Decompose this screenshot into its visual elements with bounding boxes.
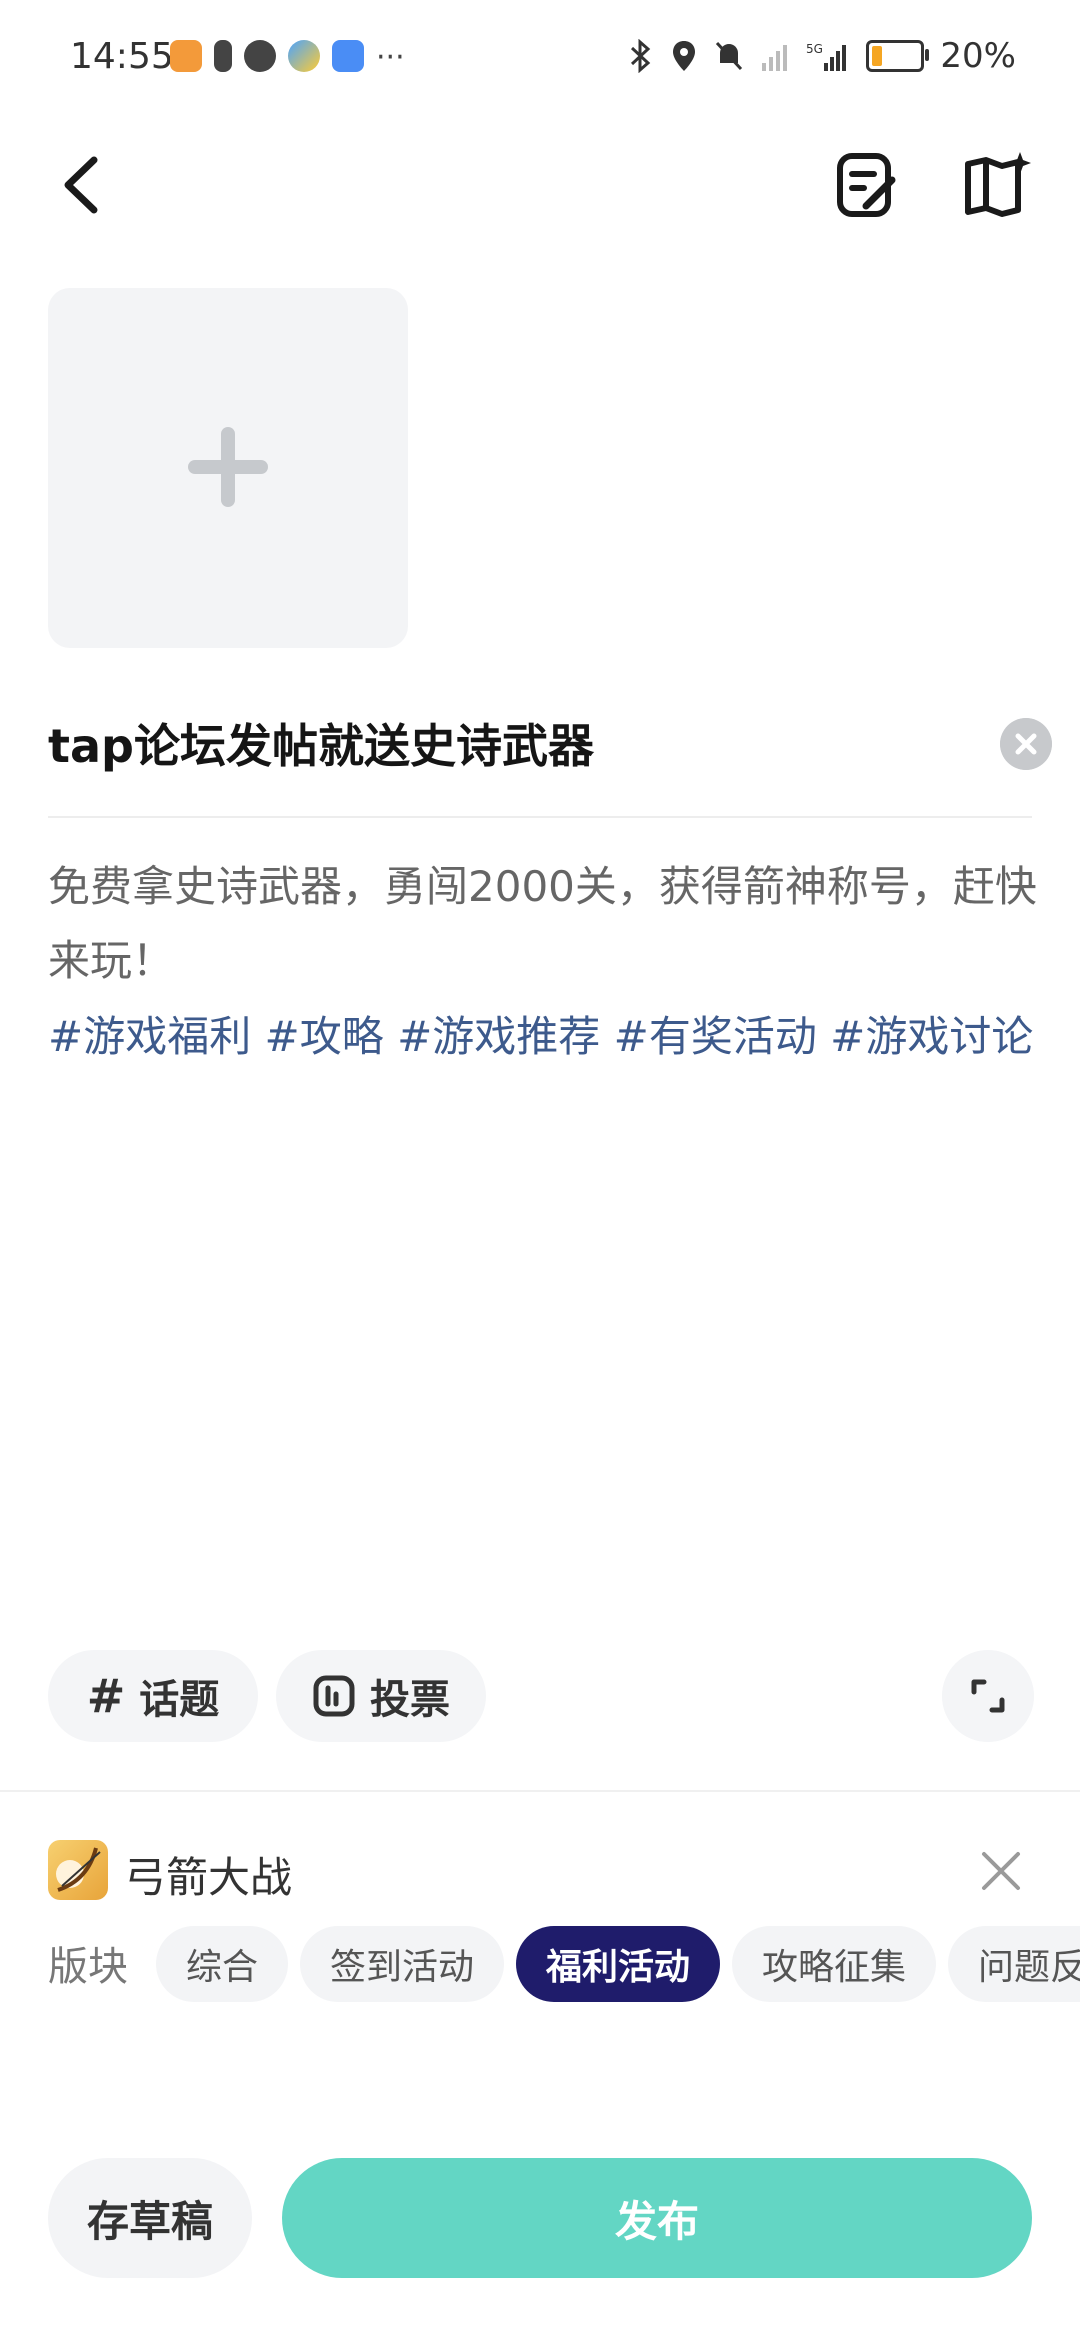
vote-button[interactable]: 投票 <box>276 1650 486 1742</box>
clear-title-icon[interactable] <box>1000 718 1052 770</box>
game-name[interactable]: 弓箭大战 <box>124 1844 292 1905</box>
svg-text:5G: 5G <box>806 42 823 56</box>
app-notification-icon <box>170 40 202 72</box>
location-icon <box>673 41 696 71</box>
section-chip-checkin[interactable]: 签到活动 <box>300 1926 504 2002</box>
vote-icon <box>313 1675 355 1717</box>
close-icon[interactable] <box>978 1848 1024 1894</box>
post-tags[interactable]: #游戏福利 #攻略 #游戏推荐 #有奖活动 #游戏讨论 <box>48 1000 1038 1074</box>
publish-button[interactable]: 发布 <box>282 2158 1032 2278</box>
section-label: 版块 <box>48 1944 128 1990</box>
section-chip-benefits[interactable]: 福利活动 <box>516 1926 720 2002</box>
title-divider <box>48 816 1032 818</box>
system-indicators: 5G 20% <box>628 36 1016 76</box>
status-time: 14:55 <box>70 36 174 77</box>
battery-percent: 20% <box>940 36 1016 76</box>
vote-label: 投票 <box>370 1677 450 1723</box>
section-chip-guides[interactable]: 攻略征集 <box>732 1926 936 2002</box>
section-separator <box>0 1790 1080 1792</box>
signal-weak-icon <box>762 45 788 71</box>
post-body-input[interactable]: 免费拿史诗武器，勇闯2000关，获得箭神称号，赶快来玩！ <box>48 850 1038 998</box>
add-image-button[interactable] <box>48 288 408 648</box>
section-chip-general[interactable]: 综合 <box>156 1926 288 2002</box>
bluetooth-icon <box>631 39 651 73</box>
signal-5g-icon: 5G <box>806 42 847 71</box>
status-bar: 14:55 ··· 5G 20% <box>0 0 1080 120</box>
section-chip-feedback[interactable]: 问题反 <box>948 1926 1080 2002</box>
colorful-app-notification-icon <box>288 40 320 72</box>
topic-button[interactable]: # 话题 <box>48 1650 258 1742</box>
more-notifications-icon: ··· <box>376 40 405 75</box>
message-notification-icon <box>244 40 276 72</box>
mute-bell-icon <box>716 41 743 71</box>
expand-editor-icon[interactable] <box>942 1650 1034 1742</box>
book-sparkle-icon[interactable] <box>962 150 1032 220</box>
game-icon <box>48 1840 108 1900</box>
back-icon[interactable] <box>52 150 112 220</box>
cloud-notification-icon <box>332 40 364 72</box>
alert-notification-icon <box>214 40 232 72</box>
battery-icon <box>866 40 930 72</box>
plus-icon-vertical <box>221 427 235 507</box>
save-draft-button[interactable]: 存草稿 <box>48 2158 252 2278</box>
post-title-input[interactable]: tap论坛发帖就送史诗武器 <box>48 710 594 776</box>
edit-document-icon[interactable] <box>832 150 902 220</box>
notification-icons: ··· <box>170 40 405 75</box>
topic-label: 话题 <box>139 1677 220 1723</box>
hashtag-icon: # <box>86 1669 126 1723</box>
